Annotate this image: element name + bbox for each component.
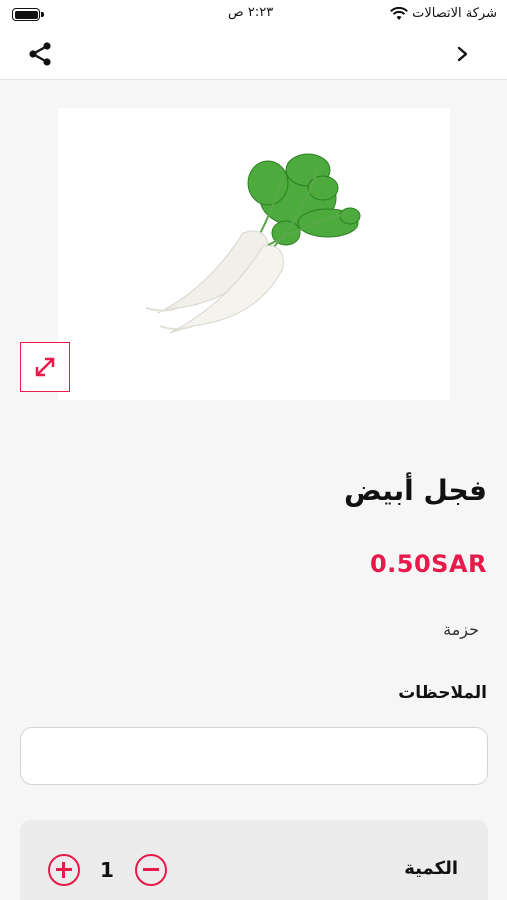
quantity-value: 1 [100, 858, 114, 882]
increase-quantity-button[interactable] [48, 854, 80, 886]
share-icon[interactable] [26, 40, 54, 68]
status-bar: شركة الاتصالات ٢:٢٣ ص [0, 0, 507, 28]
notes-label: الملاحظات [398, 683, 487, 703]
product-name: فجل أبيض [344, 474, 487, 507]
product-price: 0.50SAR [369, 550, 487, 578]
clock: ٢:٢٣ ص [228, 5, 274, 20]
carrier-group: شركة الاتصالات [390, 6, 497, 21]
radish-illustration [145, 153, 361, 334]
battery-icon [12, 8, 44, 21]
product-image[interactable] [58, 108, 450, 400]
decrease-quantity-button[interactable] [135, 854, 167, 886]
carrier-name: شركة الاتصالات [412, 6, 497, 21]
expand-arrows-icon [35, 357, 55, 377]
back-chevron-icon[interactable] [453, 44, 473, 64]
wifi-icon [390, 6, 409, 20]
expand-image-button[interactable] [20, 342, 70, 392]
quantity-label: الكمية [404, 858, 458, 879]
notes-field[interactable] [21, 728, 487, 784]
quantity-panel: 1 الكمية [20, 820, 488, 900]
notes-field-container[interactable] [20, 727, 488, 785]
nav-bar [0, 28, 507, 80]
product-unit: حزمة [443, 620, 479, 639]
